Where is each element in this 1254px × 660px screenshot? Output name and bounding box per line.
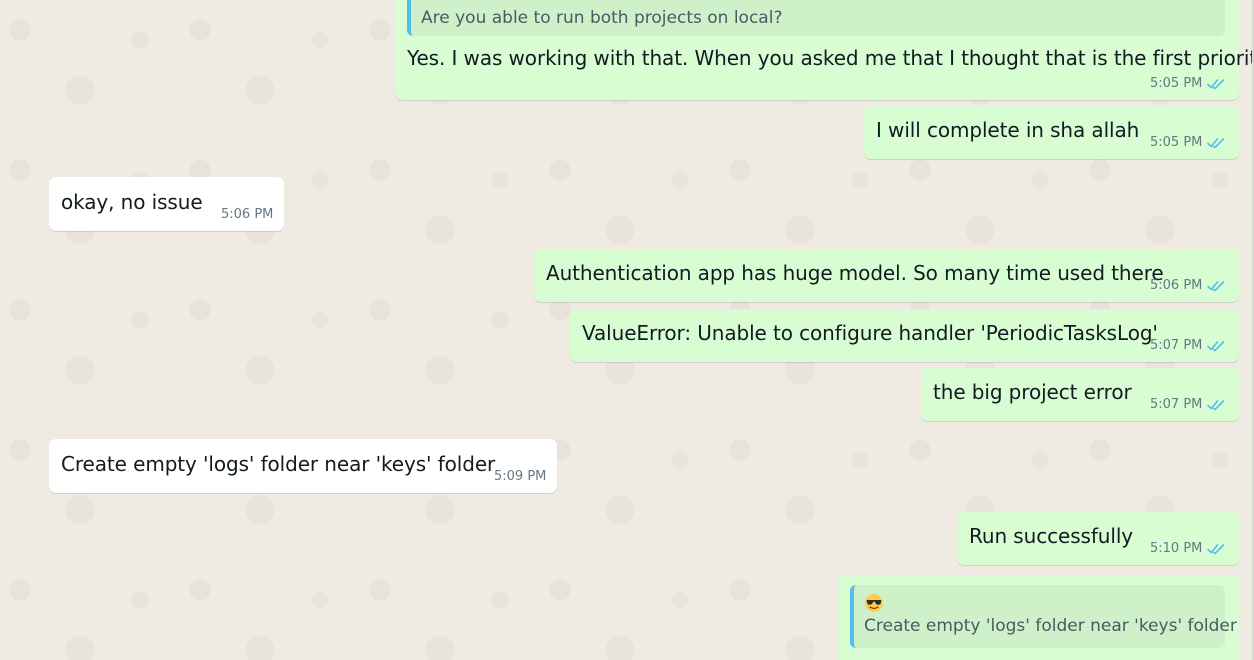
outgoing-message[interactable]: ValueError: Unable to configure handler … xyxy=(570,309,1239,362)
message-timestamp: 5:07 PM xyxy=(1150,338,1203,353)
message-timestamp: 5:10 PM xyxy=(1150,541,1203,556)
message-text: Create empty 'logs' folder near 'keys' f… xyxy=(61,452,496,476)
message-text: okay, no issue xyxy=(61,190,203,214)
outgoing-message[interactable]: Are you able to run both projects on loc… xyxy=(395,0,1254,100)
message-timestamp: 5:06 PM xyxy=(1150,278,1203,293)
incoming-message[interactable]: Create empty 'logs' folder near 'keys' f… xyxy=(49,439,557,493)
double-check-read-icon xyxy=(1207,138,1225,149)
quoted-message[interactable]: Are you able to run both projects on loc… xyxy=(407,0,1225,36)
quoted-message[interactable]: Create empty 'logs' folder near 'keys' f… xyxy=(850,585,1237,648)
double-check-read-icon xyxy=(1207,79,1225,90)
message-text: the big project error xyxy=(933,380,1132,404)
outgoing-message[interactable]: Create empty 'logs' folder near 'keys' f… xyxy=(838,575,1239,660)
message-text: Authentication app has huge model. So ma… xyxy=(546,261,1164,285)
message-timestamp: 5:07 PM xyxy=(1150,397,1203,412)
outgoing-message[interactable]: the big project error 5:07 PM xyxy=(921,368,1239,421)
double-check-read-icon xyxy=(1207,281,1225,292)
message-timestamp: 5:05 PM xyxy=(1150,76,1203,91)
message-timestamp: 5:09 PM xyxy=(494,469,547,484)
smiling-face-with-sunglasses-icon xyxy=(865,594,883,612)
message-text: I will complete in sha allah xyxy=(876,118,1140,142)
double-check-read-icon xyxy=(1207,341,1225,352)
message-text: Yes. I was working with that. When you a… xyxy=(407,46,1254,70)
incoming-message[interactable]: okay, no issue 5:06 PM xyxy=(49,177,284,231)
message-text: Run successfully xyxy=(969,524,1134,548)
message-timestamp: 5:05 PM xyxy=(1150,135,1203,150)
outgoing-message[interactable]: I will complete in sha allah 5:05 PM xyxy=(864,106,1239,159)
outgoing-message[interactable]: Authentication app has huge model. So ma… xyxy=(534,249,1239,302)
message-text: ValueError: Unable to configure handler … xyxy=(582,321,1158,345)
quoted-message-text: Create empty 'logs' folder near 'keys' f… xyxy=(864,616,1237,636)
double-check-read-icon xyxy=(1207,400,1225,411)
chat-message-pane[interactable]: Are you able to run both projects on loc… xyxy=(0,0,1254,660)
outgoing-message[interactable]: Run successfully 5:10 PM xyxy=(957,512,1239,565)
message-timestamp: 5:06 PM xyxy=(221,207,274,222)
double-check-read-icon xyxy=(1207,544,1225,555)
quoted-message-text: Are you able to run both projects on loc… xyxy=(421,8,783,28)
